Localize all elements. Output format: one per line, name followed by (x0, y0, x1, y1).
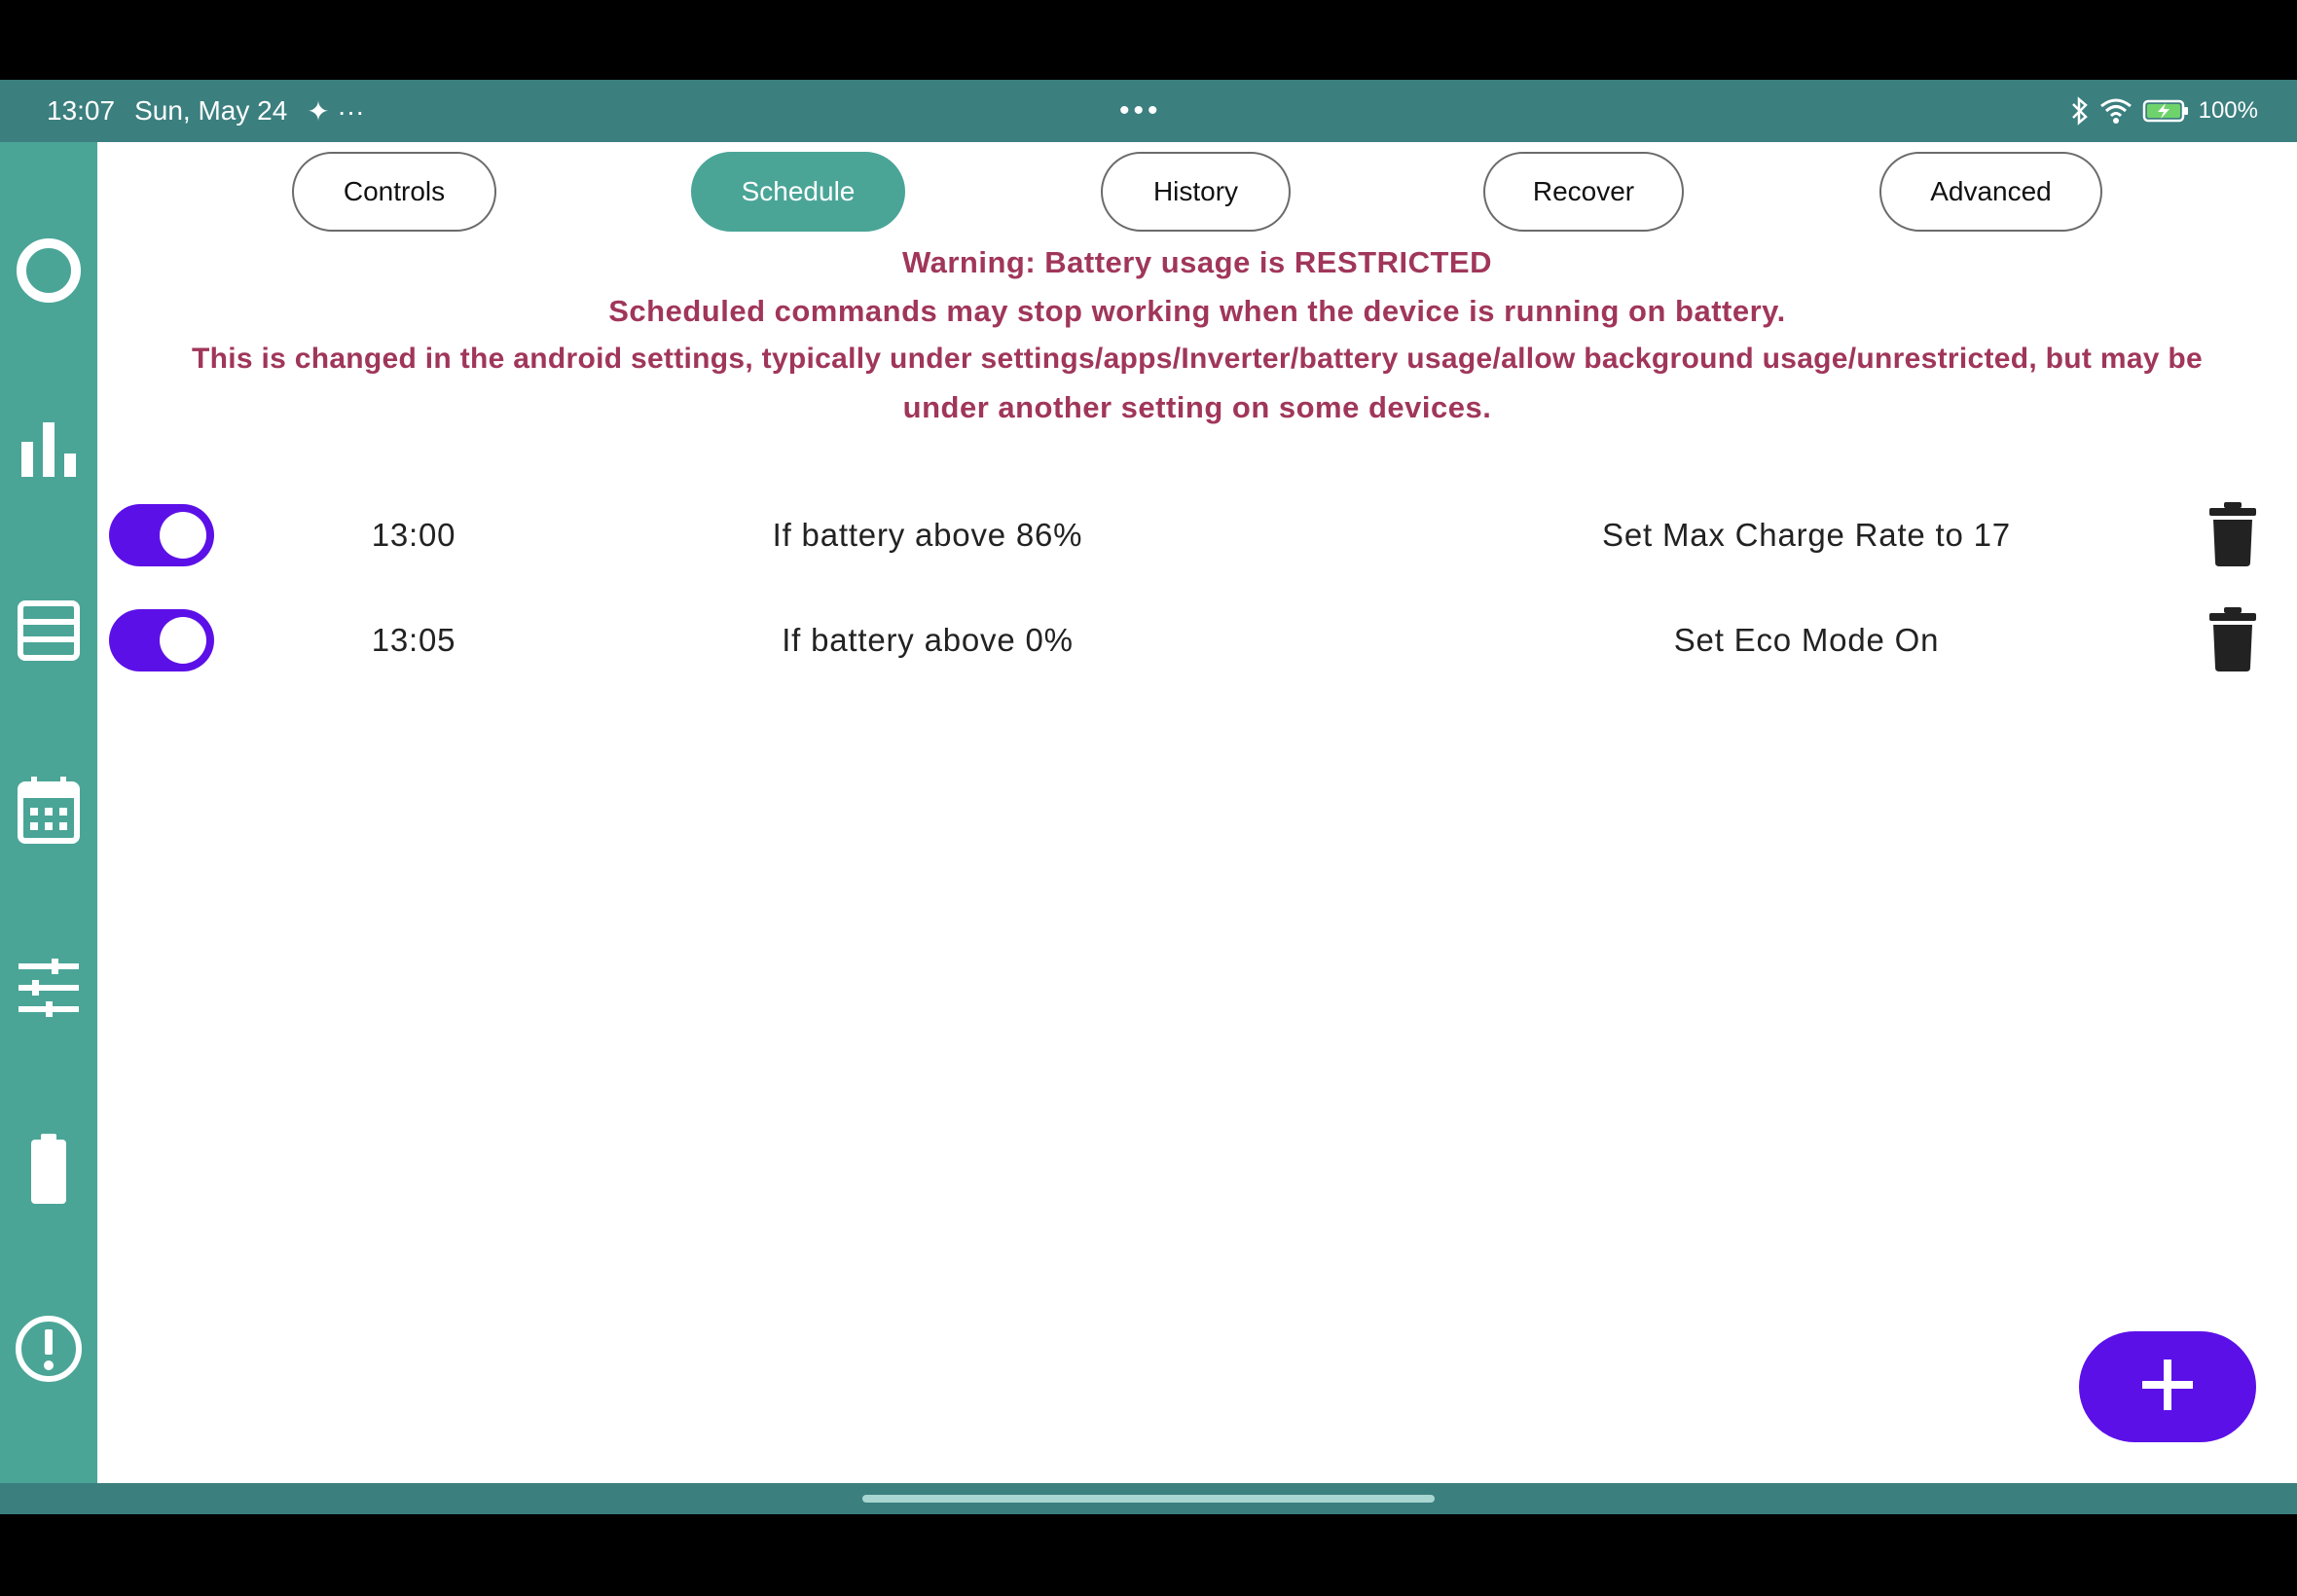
plus-icon (2142, 1359, 2193, 1415)
tab-controls[interactable]: Controls (292, 152, 496, 232)
warning-line-4: under another setting on some devices. (902, 390, 1492, 424)
status-left: 13:07 Sun, May 24 ✦ ··· (47, 80, 365, 142)
tab-advanced[interactable]: Advanced (1879, 152, 2102, 232)
delete-icon[interactable] (2207, 607, 2258, 671)
battery-icon (29, 1133, 68, 1211)
nav-item-schedule[interactable] (10, 773, 88, 851)
schedule-action: Set Eco Mode On (1673, 622, 1940, 658)
nav-item-settings[interactable] (10, 952, 88, 1030)
status-center-dots[interactable]: ••• (1119, 80, 1162, 142)
main-content: Controls Schedule History Recover Advanc… (97, 142, 2297, 1483)
bottom-black-bar (0, 1514, 2297, 1596)
top-black-bar (0, 0, 2297, 80)
delete-icon[interactable] (2207, 502, 2258, 566)
warning-title: Warning: Battery usage is RESTRICTED (902, 245, 1492, 279)
tab-history[interactable]: History (1101, 152, 1291, 232)
schedule-time: 13:05 (371, 622, 456, 658)
nav-rail (0, 142, 97, 1483)
nav-item-overview[interactable] (10, 234, 88, 311)
schedule-condition: If battery above 86% (772, 517, 1083, 553)
bar-chart-icon (19, 420, 78, 484)
gesture-handle[interactable] (862, 1495, 1435, 1503)
schedule-action: Set Max Charge Rate to 17 (1602, 517, 2011, 553)
alert-circle-icon (14, 1314, 84, 1389)
circle-icon (14, 236, 84, 310)
status-date: Sun, May 24 (134, 95, 288, 126)
sliders-icon (17, 958, 81, 1024)
schedule-condition: If battery above 0% (782, 622, 1074, 658)
schedule-time: 13:00 (371, 517, 456, 553)
status-extra-icons: ✦ ··· (307, 95, 365, 127)
toggle-knob (160, 512, 206, 559)
schedule-enable-toggle[interactable] (109, 609, 214, 671)
toggle-knob (160, 617, 206, 664)
nav-item-charts[interactable] (10, 413, 88, 490)
warning-line-2: Scheduled commands may stop working when… (608, 294, 1786, 328)
tab-schedule[interactable]: Schedule (691, 152, 905, 232)
schedule-row: 13:05 If battery above 0% Set Eco Mode O… (97, 594, 2297, 681)
nav-item-alerts[interactable] (10, 1312, 88, 1390)
status-right: 100% (2070, 80, 2258, 142)
add-schedule-button[interactable] (2079, 1331, 2256, 1442)
nav-item-list[interactable] (10, 594, 88, 671)
battery-charging-icon (2142, 98, 2189, 124)
schedule-row: 13:00 If battery above 86% Set Max Charg… (97, 489, 2297, 576)
warning-line-3: This is changed in the android settings,… (191, 343, 2204, 375)
nav-item-battery[interactable] (10, 1133, 88, 1211)
bluetooth-icon (2070, 96, 2090, 126)
schedule-enable-toggle[interactable] (109, 504, 214, 566)
tab-recover[interactable]: Recover (1483, 152, 1684, 232)
status-time: 13:07 (47, 95, 116, 126)
status-bar: 13:07 Sun, May 24 ✦ ··· ••• 100% (0, 80, 2297, 142)
gesture-bar (0, 1483, 2297, 1514)
calendar-icon (18, 775, 80, 850)
list-icon (18, 599, 80, 667)
battery-percent: 100% (2198, 97, 2258, 124)
wifi-icon (2099, 97, 2133, 125)
